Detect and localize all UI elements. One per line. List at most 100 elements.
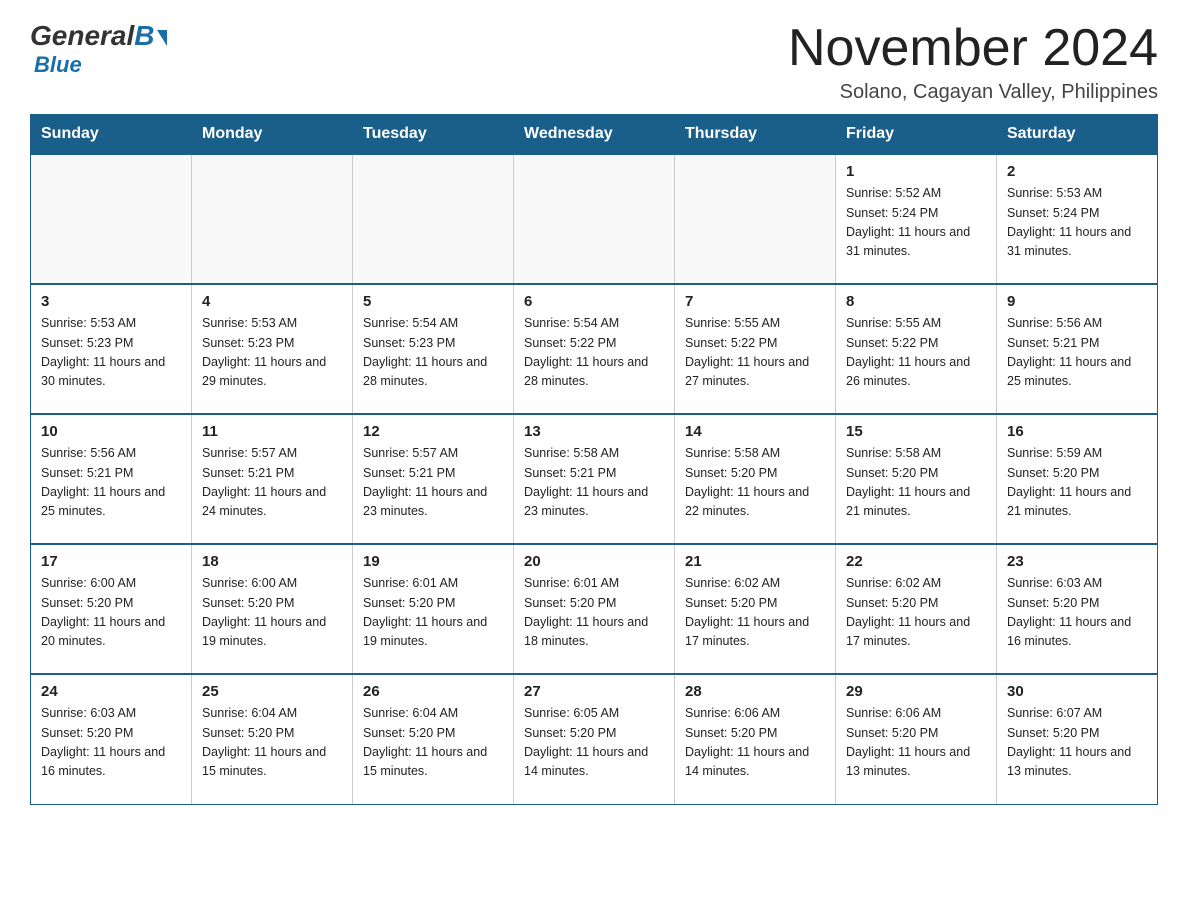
month-title: November 2024: [788, 20, 1158, 77]
col-wednesday: Wednesday: [514, 115, 675, 155]
calendar-cell: 21 Sunrise: 6:02 AMSunset: 5:20 PMDaylig…: [675, 544, 836, 674]
day-info: Sunrise: 5:58 AMSunset: 5:21 PMDaylight:…: [524, 446, 648, 518]
calendar-cell: 8 Sunrise: 5:55 AMSunset: 5:22 PMDayligh…: [836, 284, 997, 414]
calendar-cell: 28 Sunrise: 6:06 AMSunset: 5:20 PMDaylig…: [675, 674, 836, 804]
calendar-cell: 2 Sunrise: 5:53 AMSunset: 5:24 PMDayligh…: [997, 154, 1158, 284]
calendar-week-row: 1 Sunrise: 5:52 AMSunset: 5:24 PMDayligh…: [31, 154, 1158, 284]
day-number: 18: [202, 553, 342, 570]
calendar-cell: 25 Sunrise: 6:04 AMSunset: 5:20 PMDaylig…: [192, 674, 353, 804]
day-info: Sunrise: 5:55 AMSunset: 5:22 PMDaylight:…: [685, 316, 809, 388]
calendar-cell: 15 Sunrise: 5:58 AMSunset: 5:20 PMDaylig…: [836, 414, 997, 544]
day-info: Sunrise: 5:53 AMSunset: 5:23 PMDaylight:…: [41, 316, 165, 388]
day-info: Sunrise: 6:07 AMSunset: 5:20 PMDaylight:…: [1007, 706, 1131, 778]
day-info: Sunrise: 6:04 AMSunset: 5:20 PMDaylight:…: [363, 706, 487, 778]
day-info: Sunrise: 5:52 AMSunset: 5:24 PMDaylight:…: [846, 186, 970, 258]
day-number: 15: [846, 423, 986, 440]
day-number: 24: [41, 683, 181, 700]
day-number: 12: [363, 423, 503, 440]
day-number: 11: [202, 423, 342, 440]
day-info: Sunrise: 5:57 AMSunset: 5:21 PMDaylight:…: [202, 446, 326, 518]
logo-general-text: General: [30, 20, 134, 52]
calendar-cell: 4 Sunrise: 5:53 AMSunset: 5:23 PMDayligh…: [192, 284, 353, 414]
day-info: Sunrise: 6:00 AMSunset: 5:20 PMDaylight:…: [41, 576, 165, 648]
calendar-cell: 1 Sunrise: 5:52 AMSunset: 5:24 PMDayligh…: [836, 154, 997, 284]
col-sunday: Sunday: [31, 115, 192, 155]
calendar-cell: 30 Sunrise: 6:07 AMSunset: 5:20 PMDaylig…: [997, 674, 1158, 804]
day-number: 29: [846, 683, 986, 700]
day-number: 20: [524, 553, 664, 570]
day-number: 7: [685, 293, 825, 310]
day-info: Sunrise: 5:54 AMSunset: 5:23 PMDaylight:…: [363, 316, 487, 388]
calendar-cell: [192, 154, 353, 284]
calendar-cell: 11 Sunrise: 5:57 AMSunset: 5:21 PMDaylig…: [192, 414, 353, 544]
col-thursday: Thursday: [675, 115, 836, 155]
day-info: Sunrise: 6:06 AMSunset: 5:20 PMDaylight:…: [685, 706, 809, 778]
day-number: 21: [685, 553, 825, 570]
day-info: Sunrise: 6:04 AMSunset: 5:20 PMDaylight:…: [202, 706, 326, 778]
day-info: Sunrise: 6:01 AMSunset: 5:20 PMDaylight:…: [363, 576, 487, 648]
calendar-cell: 18 Sunrise: 6:00 AMSunset: 5:20 PMDaylig…: [192, 544, 353, 674]
day-number: 8: [846, 293, 986, 310]
day-number: 6: [524, 293, 664, 310]
day-info: Sunrise: 5:55 AMSunset: 5:22 PMDaylight:…: [846, 316, 970, 388]
col-saturday: Saturday: [997, 115, 1158, 155]
day-info: Sunrise: 6:03 AMSunset: 5:20 PMDaylight:…: [1007, 576, 1131, 648]
title-block: November 2024 Solano, Cagayan Valley, Ph…: [788, 20, 1158, 104]
logo: General B Blue: [30, 20, 167, 78]
day-number: 16: [1007, 423, 1147, 440]
calendar-week-row: 10 Sunrise: 5:56 AMSunset: 5:21 PMDaylig…: [31, 414, 1158, 544]
calendar-cell: 27 Sunrise: 6:05 AMSunset: 5:20 PMDaylig…: [514, 674, 675, 804]
day-info: Sunrise: 6:06 AMSunset: 5:20 PMDaylight:…: [846, 706, 970, 778]
day-number: 25: [202, 683, 342, 700]
day-number: 9: [1007, 293, 1147, 310]
day-number: 23: [1007, 553, 1147, 570]
day-info: Sunrise: 5:58 AMSunset: 5:20 PMDaylight:…: [846, 446, 970, 518]
day-number: 28: [685, 683, 825, 700]
logo-blue-word: Blue: [34, 52, 82, 77]
day-number: 22: [846, 553, 986, 570]
day-number: 4: [202, 293, 342, 310]
calendar-cell: 24 Sunrise: 6:03 AMSunset: 5:20 PMDaylig…: [31, 674, 192, 804]
calendar-cell: 26 Sunrise: 6:04 AMSunset: 5:20 PMDaylig…: [353, 674, 514, 804]
calendar-cell: 29 Sunrise: 6:06 AMSunset: 5:20 PMDaylig…: [836, 674, 997, 804]
day-number: 3: [41, 293, 181, 310]
day-info: Sunrise: 5:54 AMSunset: 5:22 PMDaylight:…: [524, 316, 648, 388]
day-info: Sunrise: 5:53 AMSunset: 5:24 PMDaylight:…: [1007, 186, 1131, 258]
calendar-cell: 17 Sunrise: 6:00 AMSunset: 5:20 PMDaylig…: [31, 544, 192, 674]
col-monday: Monday: [192, 115, 353, 155]
calendar-cell: 9 Sunrise: 5:56 AMSunset: 5:21 PMDayligh…: [997, 284, 1158, 414]
day-info: Sunrise: 5:53 AMSunset: 5:23 PMDaylight:…: [202, 316, 326, 388]
day-info: Sunrise: 5:58 AMSunset: 5:20 PMDaylight:…: [685, 446, 809, 518]
calendar-cell: 6 Sunrise: 5:54 AMSunset: 5:22 PMDayligh…: [514, 284, 675, 414]
logo-blue-part: B: [134, 20, 166, 52]
day-number: 10: [41, 423, 181, 440]
day-info: Sunrise: 5:56 AMSunset: 5:21 PMDaylight:…: [1007, 316, 1131, 388]
calendar-header-row: Sunday Monday Tuesday Wednesday Thursday…: [31, 115, 1158, 155]
col-friday: Friday: [836, 115, 997, 155]
calendar-table: Sunday Monday Tuesday Wednesday Thursday…: [30, 114, 1158, 805]
day-number: 1: [846, 163, 986, 180]
calendar-cell: 12 Sunrise: 5:57 AMSunset: 5:21 PMDaylig…: [353, 414, 514, 544]
day-info: Sunrise: 5:57 AMSunset: 5:21 PMDaylight:…: [363, 446, 487, 518]
calendar-cell: 19 Sunrise: 6:01 AMSunset: 5:20 PMDaylig…: [353, 544, 514, 674]
day-number: 2: [1007, 163, 1147, 180]
day-info: Sunrise: 6:03 AMSunset: 5:20 PMDaylight:…: [41, 706, 165, 778]
calendar-cell: 14 Sunrise: 5:58 AMSunset: 5:20 PMDaylig…: [675, 414, 836, 544]
day-number: 14: [685, 423, 825, 440]
day-info: Sunrise: 6:02 AMSunset: 5:20 PMDaylight:…: [685, 576, 809, 648]
calendar-week-row: 3 Sunrise: 5:53 AMSunset: 5:23 PMDayligh…: [31, 284, 1158, 414]
day-info: Sunrise: 5:59 AMSunset: 5:20 PMDaylight:…: [1007, 446, 1131, 518]
calendar-cell: 13 Sunrise: 5:58 AMSunset: 5:21 PMDaylig…: [514, 414, 675, 544]
day-number: 26: [363, 683, 503, 700]
day-info: Sunrise: 6:05 AMSunset: 5:20 PMDaylight:…: [524, 706, 648, 778]
calendar-cell: [353, 154, 514, 284]
calendar-cell: 20 Sunrise: 6:01 AMSunset: 5:20 PMDaylig…: [514, 544, 675, 674]
day-info: Sunrise: 6:02 AMSunset: 5:20 PMDaylight:…: [846, 576, 970, 648]
day-info: Sunrise: 6:01 AMSunset: 5:20 PMDaylight:…: [524, 576, 648, 648]
calendar-cell: 7 Sunrise: 5:55 AMSunset: 5:22 PMDayligh…: [675, 284, 836, 414]
day-number: 19: [363, 553, 503, 570]
location-subtitle: Solano, Cagayan Valley, Philippines: [788, 81, 1158, 104]
calendar-cell: 10 Sunrise: 5:56 AMSunset: 5:21 PMDaylig…: [31, 414, 192, 544]
logo-b-text: B: [134, 20, 154, 52]
calendar-cell: 3 Sunrise: 5:53 AMSunset: 5:23 PMDayligh…: [31, 284, 192, 414]
